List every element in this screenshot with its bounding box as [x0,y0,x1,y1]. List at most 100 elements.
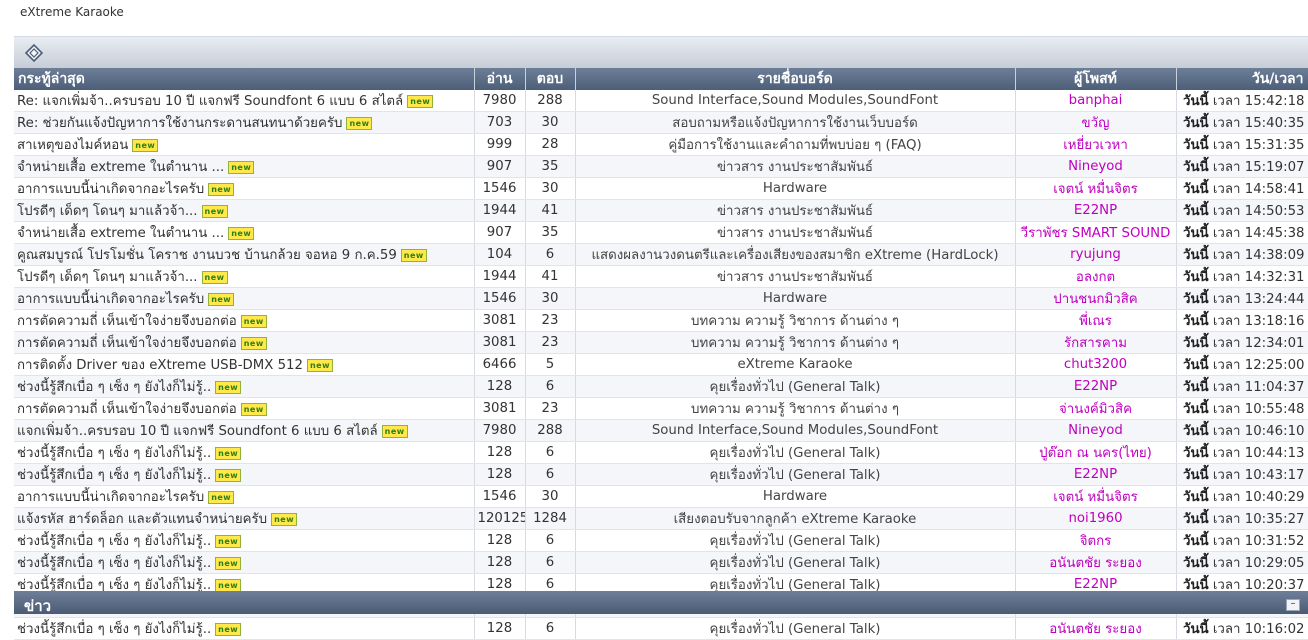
poster-link[interactable]: เจตน์ หมื่นจิตร [1015,485,1177,508]
topic-cell[interactable]: การตัดความถี่ เห็นเข้าใจง่ายจึงบอกต่อ new [14,331,475,354]
topic-cell[interactable]: ช่วงนี้รู้สึกเบื่อ ๆ เซ็ง ๆ ยังไงก็ไม่รู… [14,529,475,552]
minus-icon[interactable]: – [1286,599,1300,611]
table-row[interactable]: การตัดความถี่ เห็นเข้าใจง่ายจึงบอกต่อ new… [14,397,1308,420]
board-link[interactable]: Hardware [575,287,1016,310]
topic-link[interactable]: Re: ช่วยกันแจ้งปัญหาการใช้งานกระดานสนทนา… [17,116,342,131]
poster-link[interactable]: Nineyod [1015,419,1177,442]
board-link[interactable]: เสียงตอบรับจากลูกค้า eXtreme Karaoke [575,507,1016,530]
board-link[interactable]: คุยเรื่องทั่วไป (General Talk) [575,617,1016,640]
topic-link[interactable]: ช่วงนี้รู้สึกเบื่อ ๆ เซ็ง ๆ ยังไงก็ไม่รู… [17,534,211,549]
topic-link[interactable]: Re: แจกเพิ่มจ้า..ครบรอบ 10 ปี แจกฟรี Sou… [17,94,403,109]
poster-link[interactable]: ryujung [1015,243,1177,266]
board-link[interactable]: ข่าวสาร งานประชาสัมพันธ์ [575,221,1016,244]
board-link[interactable]: ข่าวสาร งานประชาสัมพันธ์ [575,155,1016,178]
topic-link[interactable]: แจกเพิ่มจ้า..ครบรอบ 10 ปี แจกฟรี Soundfo… [17,424,378,439]
poster-link[interactable]: อนันตชัย ระยอง [1015,617,1177,640]
board-link[interactable]: Hardware [575,485,1016,508]
topic-link[interactable]: ช่วงนี้รู้สึกเบื่อ ๆ เซ็ง ๆ ยังไงก็ไม่รู… [17,446,211,461]
table-row[interactable]: การติดตั้ง Driver ของ eXtreme USB-DMX 51… [14,353,1308,376]
table-row[interactable]: แจกเพิ่มจ้า..ครบรอบ 10 ปี แจกฟรี Soundfo… [14,419,1308,442]
topic-cell[interactable]: Re: ช่วยกันแจ้งปัญหาการใช้งานกระดานสนทนา… [14,111,475,134]
topic-cell[interactable]: ช่วงนี้รู้สึกเบื่อ ๆ เซ็ง ๆ ยังไงก็ไม่รู… [14,463,475,486]
topic-link[interactable]: ช่วงนี้รู้สึกเบื่อ ๆ เซ็ง ๆ ยังไงก็ไม่รู… [17,556,211,571]
board-link[interactable]: คุยเรื่องทั่วไป (General Talk) [575,551,1016,574]
table-row[interactable]: อาการแบบนี้น่าเกิดจากอะไรครับ new 1546 30 Ha… [14,177,1308,200]
topic-link[interactable]: โปรดีๆ เด็ดๆ โดนๆ มาแล้วจ้า... [17,204,198,219]
poster-link[interactable]: ปู่ต๊อก ณ นคร(ไทย) [1015,441,1177,464]
topic-cell[interactable]: แจ้งรหัส ฮาร์ดล็อก และตัวแทนจำหน่ายครับ n… [14,507,475,530]
board-link[interactable]: ข่าวสาร งานประชาสัมพันธ์ [575,199,1016,222]
topic-link[interactable]: อาการแบบนี้น่าเกิดจากอะไรครับ [17,490,204,505]
poster-link[interactable]: เจตน์ หมื่นจิตร [1015,177,1177,200]
topic-link[interactable]: การติดตั้ง Driver ของ eXtreme USB-DMX 51… [17,358,303,373]
poster-link[interactable]: E22NP [1015,375,1177,398]
topic-link[interactable]: ช่วงนี้รู้สึกเบื่อ ๆ เซ็ง ๆ ยังไงก็ไม่รู… [17,622,211,637]
table-row[interactable]: จำหน่ายเสื้อ extreme ในตำนาน ... new 907 35… [14,155,1308,178]
topic-link[interactable]: โปรดีๆ เด็ดๆ โดนๆ มาแล้วจ้า... [17,270,198,285]
table-row[interactable]: อาการแบบนี้น่าเกิดจากอะไรครับ new 1546 30 Ha… [14,485,1308,508]
topic-cell[interactable]: Re: แจกเพิ่มจ้า..ครบรอบ 10 ปี แจกฟรี Sou… [14,90,475,112]
topic-cell[interactable]: โปรดีๆ เด็ดๆ โดนๆ มาแล้วจ้า... new [14,199,475,222]
topic-link[interactable]: อาการแบบนี้น่าเกิดจากอะไรครับ [17,182,204,197]
board-link[interactable]: Sound Interface,Sound Modules,SoundFont [575,90,1016,112]
board-link[interactable]: คู่มือการใช้งานและคำถามที่พบบ่อย ๆ (FAQ) [575,133,1016,156]
topic-cell[interactable]: ช่วงนี้รู้สึกเบื่อ ๆ เซ็ง ๆ ยังไงก็ไม่รู… [14,375,475,398]
topic-link[interactable]: การตัดความถี่ เห็นเข้าใจง่ายจึงบอกต่อ [17,336,237,351]
poster-link[interactable]: Nineyod [1015,155,1177,178]
topic-link[interactable]: อาการแบบนี้น่าเกิดจากอะไรครับ [17,292,204,307]
topic-cell[interactable]: ช่วงนี้รู้สึกเบื่อ ๆ เซ็ง ๆ ยังไงก็ไม่รู… [14,551,475,574]
table-row[interactable]: คูณสมบูรณ์ โปรโมชั่น โคราช งานบวช บ้านกล… [14,243,1308,266]
topic-link[interactable]: คูณสมบูรณ์ โปรโมชั่น โคราช งานบวช บ้านกล… [17,248,397,263]
table-row[interactable]: ช่วงนี้รู้สึกเบื่อ ๆ เซ็ง ๆ ยังไงก็ไม่รู… [14,529,1308,552]
poster-link[interactable]: อนันตชัย ระยอง [1015,551,1177,574]
topic-cell[interactable]: อาการแบบนี้น่าเกิดจากอะไรครับ new [14,177,475,200]
table-row[interactable]: การตัดความถี่ เห็นเข้าใจง่ายจึงบอกต่อ new… [14,309,1308,332]
board-link[interactable]: คุยเรื่องทั่วไป (General Talk) [575,463,1016,486]
diamond-tag-icon[interactable] [24,43,44,63]
topic-link[interactable]: ช่วงนี้รู้สึกเบื่อ ๆ เซ็ง ๆ ยังไงก็ไม่รู… [17,468,211,483]
table-row[interactable]: แจ้งรหัส ฮาร์ดล็อก และตัวแทนจำหน่ายครับ n… [14,507,1308,530]
topic-link[interactable]: จำหน่ายเสื้อ extreme ในตำนาน ... [17,226,224,241]
table-row[interactable]: สาเหตุของไมค์หอน new 999 28 คู่มือการใช้งานแ… [14,133,1308,156]
topic-link[interactable]: การตัดความถี่ เห็นเข้าใจง่ายจึงบอกต่อ [17,402,237,417]
table-row[interactable]: โปรดีๆ เด็ดๆ โดนๆ มาแล้วจ้า... new 1944 41 ข… [14,265,1308,288]
board-link[interactable]: คุยเรื่องทั่วไป (General Talk) [575,375,1016,398]
topic-cell[interactable]: ช่วงนี้รู้สึกเบื่อ ๆ เซ็ง ๆ ยังไงก็ไม่รู… [14,617,475,640]
poster-link[interactable]: banphai [1015,90,1177,112]
poster-link[interactable]: noi1960 [1015,507,1177,530]
table-row[interactable]: Re: ช่วยกันแจ้งปัญหาการใช้งานกระดานสนทนา… [14,111,1308,134]
poster-link[interactable]: รักสารคาม [1015,331,1177,354]
poster-link[interactable]: เหยี่ยวเวหา [1015,133,1177,156]
topic-link[interactable]: ช่วงนี้รู้สึกเบื่อ ๆ เซ็ง ๆ ยังไงก็ไม่รู… [17,380,211,395]
board-link[interactable]: แสดงผลงานวงดนตรีและเครื่องเสียงของสมาชิก… [575,243,1016,266]
poster-link[interactable]: ปานชนกมิวสิค [1015,287,1177,310]
topic-link[interactable]: การตัดความถี่ เห็นเข้าใจง่ายจึงบอกต่อ [17,314,237,329]
poster-link[interactable]: จิตกร [1015,529,1177,552]
topic-cell[interactable]: การตัดความถี่ เห็นเข้าใจง่ายจึงบอกต่อ new [14,397,475,420]
topic-link[interactable]: สาเหตุของไมค์หอน [17,138,128,153]
table-row[interactable]: ช่วงนี้รู้สึกเบื่อ ๆ เซ็ง ๆ ยังไงก็ไม่รู… [14,441,1308,464]
topic-cell[interactable]: โปรดีๆ เด็ดๆ โดนๆ มาแล้วจ้า... new [14,265,475,288]
poster-link[interactable]: E22NP [1015,199,1177,222]
poster-link[interactable]: วีราพัชร SMART SOUND [1015,221,1177,244]
topic-cell[interactable]: อาการแบบนี้น่าเกิดจากอะไรครับ new [14,287,475,310]
board-link[interactable]: คุยเรื่องทั่วไป (General Talk) [575,441,1016,464]
table-row[interactable]: การตัดความถี่ เห็นเข้าใจง่ายจึงบอกต่อ new… [14,331,1308,354]
table-row[interactable]: Re: แจกเพิ่มจ้า..ครบรอบ 10 ปี แจกฟรี Sou… [14,90,1308,112]
board-link[interactable]: Hardware [575,177,1016,200]
poster-link[interactable]: พี่เณร [1015,309,1177,332]
table-row[interactable]: โปรดีๆ เด็ดๆ โดนๆ มาแล้วจ้า... new 1944 41 ข… [14,199,1308,222]
table-row[interactable]: ช่วงนี้รู้สึกเบื่อ ๆ เซ็ง ๆ ยังไงก็ไม่รู… [14,375,1308,398]
table-row[interactable]: ช่วงนี้รู้สึกเบื่อ ๆ เซ็ง ๆ ยังไงก็ไม่รู… [14,617,1308,640]
board-link[interactable]: คุยเรื่องทั่วไป (General Talk) [575,529,1016,552]
topic-cell[interactable]: คูณสมบูรณ์ โปรโมชั่น โคราช งานบวช บ้านกล… [14,243,475,266]
topic-link[interactable]: แจ้งรหัส ฮาร์ดล็อก และตัวแทนจำหน่ายครับ [17,512,267,527]
board-link[interactable]: บทความ ความรู้ วิชาการ ด้านต่าง ๆ [575,309,1016,332]
board-link[interactable]: สอบถามหรือแจ้งปัญหาการใช้งานเว็บบอร์ด [575,111,1016,134]
topic-cell[interactable]: จำหน่ายเสื้อ extreme ในตำนาน ... new [14,221,475,244]
topic-cell[interactable]: การตัดความถี่ เห็นเข้าใจง่ายจึงบอกต่อ new [14,309,475,332]
topic-cell[interactable]: จำหน่ายเสื้อ extreme ในตำนาน ... new [14,155,475,178]
poster-link[interactable]: จ่านงค์มิวสิค [1015,397,1177,420]
table-row[interactable]: อาการแบบนี้น่าเกิดจากอะไรครับ new 1546 30 Ha… [14,287,1308,310]
board-link[interactable]: บทความ ความรู้ วิชาการ ด้านต่าง ๆ [575,331,1016,354]
